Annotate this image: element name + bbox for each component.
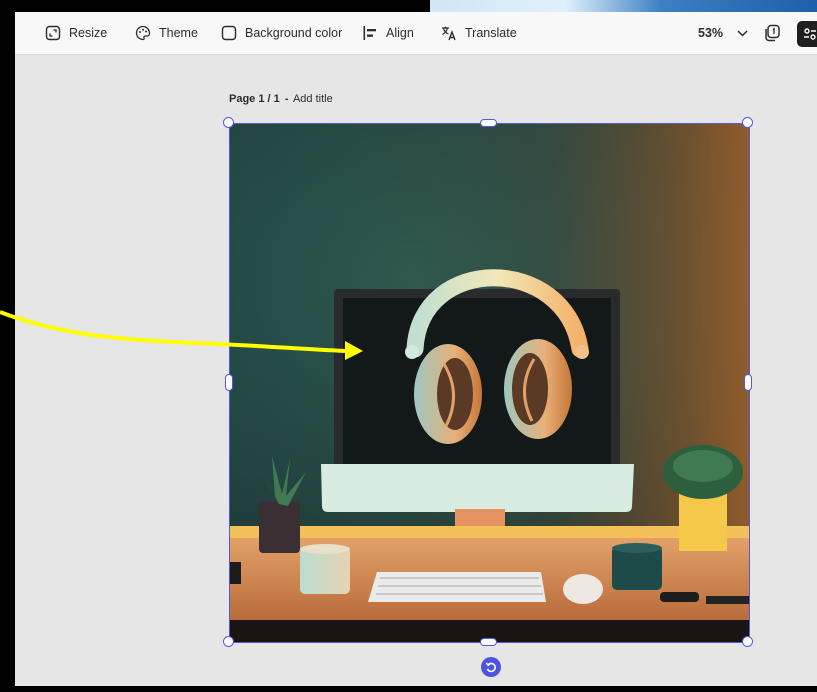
resize-label: Resize — [69, 26, 108, 40]
chevron-down-icon — [737, 29, 748, 37]
resize-handle-top-right[interactable] — [742, 117, 753, 128]
page-indicator: Page 1 / 1 — [229, 93, 280, 105]
resize-handle-left[interactable] — [225, 374, 233, 391]
page-separator: - — [284, 93, 289, 105]
rotate-handle[interactable] — [481, 657, 501, 677]
translate-icon — [441, 25, 457, 41]
align-button[interactable]: Align — [362, 12, 414, 54]
align-label: Align — [386, 26, 414, 40]
canvas-image[interactable] — [230, 124, 749, 642]
theme-button[interactable]: Theme — [135, 12, 198, 54]
theme-label: Theme — [159, 26, 198, 40]
background-color-button[interactable]: Background color — [221, 12, 342, 54]
rotate-icon — [485, 662, 496, 673]
pages-button[interactable] — [763, 24, 781, 42]
add-title-link[interactable]: Add title — [293, 93, 333, 105]
page-header: Page 1 / 1 - Add title — [229, 93, 333, 105]
resize-button[interactable]: Resize — [45, 12, 107, 54]
window-accent-strip — [430, 0, 817, 12]
background-color-label: Background color — [245, 26, 343, 40]
palette-icon — [135, 25, 151, 41]
top-toolbar: Resize Theme Background color Align Tran… — [15, 12, 817, 55]
align-left-icon — [362, 25, 378, 41]
resize-handle-bottom[interactable] — [480, 638, 497, 646]
translate-button[interactable]: Translate — [441, 12, 517, 54]
zoom-value: 53% — [698, 26, 724, 40]
resize-handle-bottom-left[interactable] — [223, 636, 234, 647]
translate-label: Translate — [465, 26, 517, 40]
settings-button[interactable] — [797, 21, 817, 47]
editor-app: Resize Theme Background color Align Tran… — [15, 12, 817, 686]
headphones-desk-illustration — [230, 124, 749, 642]
resize-icon — [45, 25, 61, 41]
resize-handle-bottom-right[interactable] — [742, 636, 753, 647]
pages-icon — [765, 24, 780, 42]
zoom-dropdown[interactable]: 53% — [698, 12, 748, 54]
resize-handle-top[interactable] — [480, 119, 497, 127]
settings-icon — [804, 28, 816, 40]
resize-handle-top-left[interactable] — [223, 117, 234, 128]
square-outline-icon — [221, 25, 237, 41]
resize-handle-right[interactable] — [744, 374, 752, 391]
